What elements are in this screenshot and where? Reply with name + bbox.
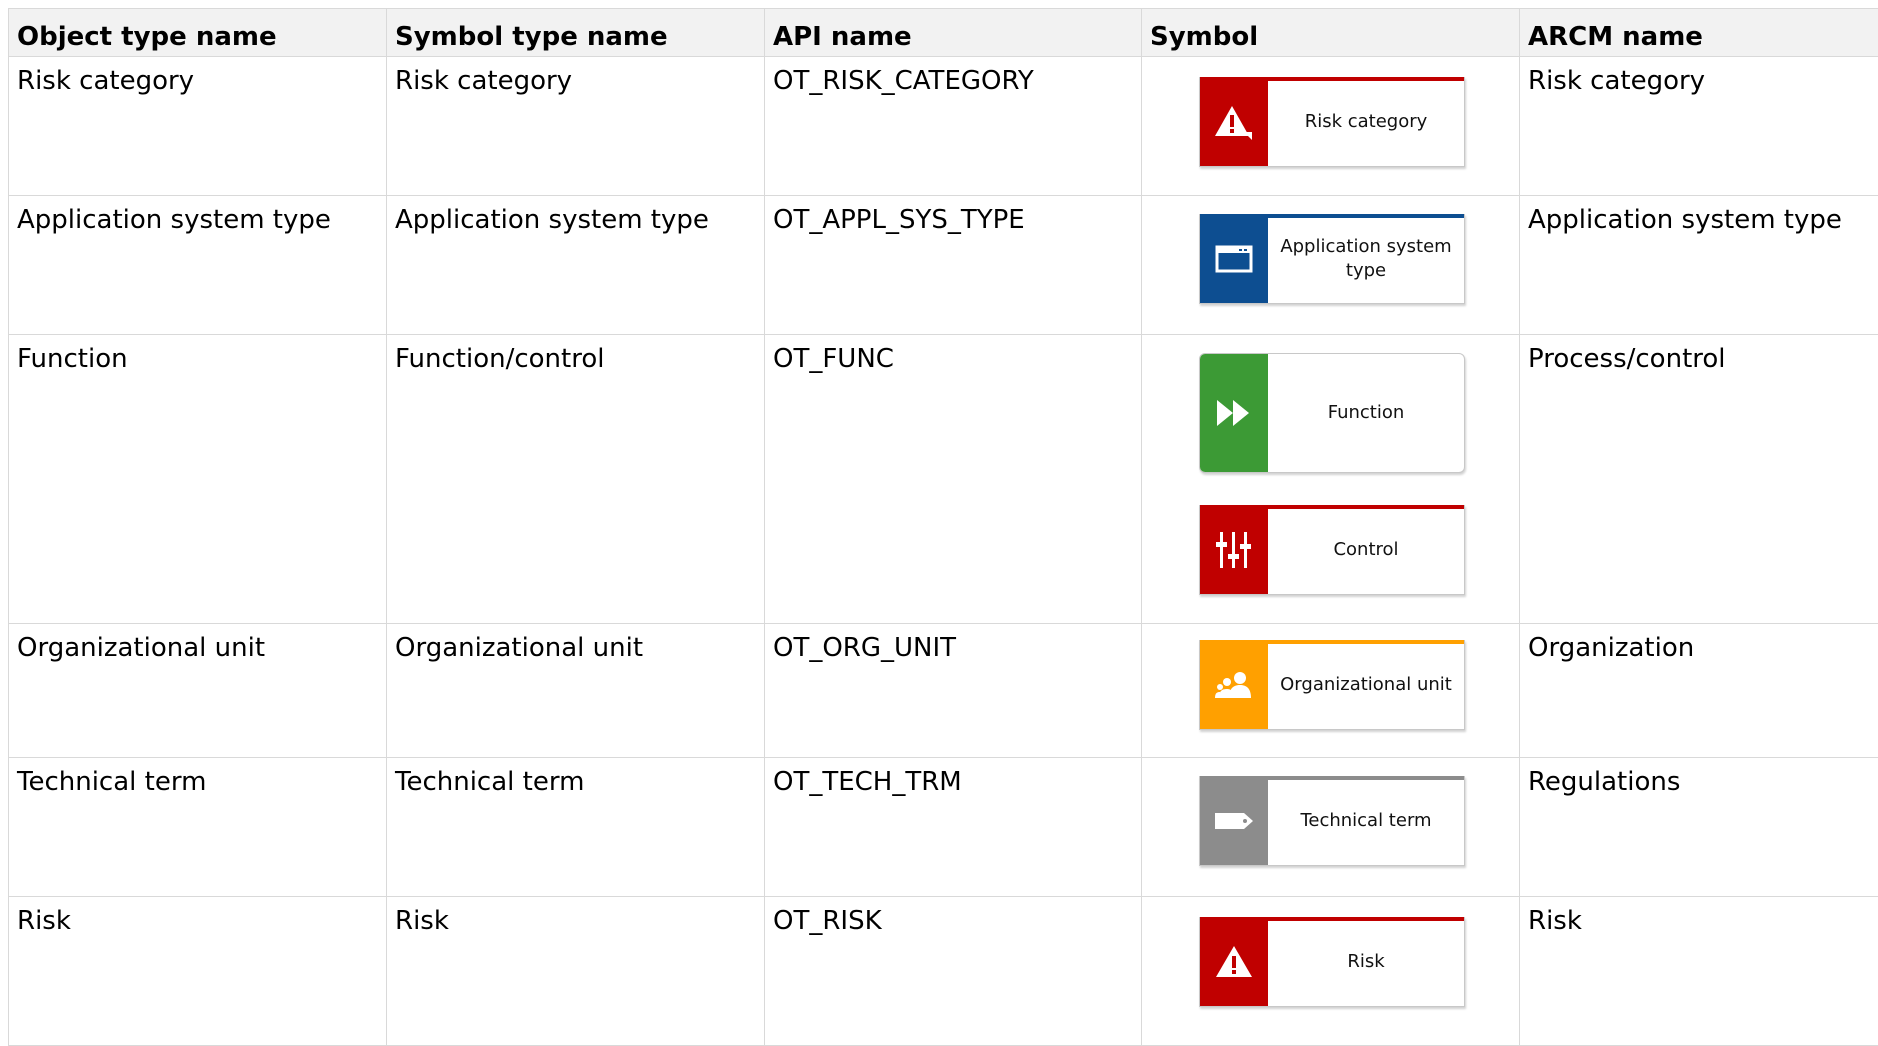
- api-name-cell: OT_APPL_SYS_TYPE: [765, 196, 1142, 335]
- header-api-name: API name: [765, 9, 1142, 57]
- table-row: Function Function/control OT_FUNC Functi…: [9, 335, 1878, 624]
- api-name-cell: OT_RISK: [765, 897, 1142, 1046]
- organizational-unit-symbol: Organizational unit: [1199, 640, 1465, 730]
- technical-term-symbol: Technical term: [1199, 776, 1465, 866]
- arcm-name-cell: Application system type: [1520, 196, 1878, 335]
- control-symbol: Control: [1199, 505, 1465, 595]
- object-type-cell: Organizational unit: [9, 624, 387, 758]
- symbol-type-cell: Technical term: [387, 758, 765, 897]
- symbol-cell: Function Control: [1142, 335, 1520, 624]
- symbol-cell: Risk category: [1142, 57, 1520, 196]
- object-type-cell: Function: [9, 335, 387, 624]
- arcm-name-cell: Risk: [1520, 897, 1878, 1046]
- tag-icon: [1200, 776, 1268, 865]
- application-window-icon: [1200, 214, 1268, 303]
- table-row: Organizational unit Organizational unit …: [9, 624, 1878, 758]
- header-object-type-name: Object type name: [9, 9, 387, 57]
- arcm-name-cell: Risk category: [1520, 57, 1878, 196]
- table-row: Risk category Risk category OT_RISK_CATE…: [9, 57, 1878, 196]
- risk-symbol: Risk: [1199, 917, 1465, 1007]
- symbol-label: Risk category: [1268, 77, 1464, 166]
- table-header-row: Object type name Symbol type name API na…: [9, 9, 1878, 57]
- object-type-cell: Technical term: [9, 758, 387, 897]
- symbol-type-cell: Function/control: [387, 335, 765, 624]
- symbol-type-cell: Organizational unit: [387, 624, 765, 758]
- object-type-cell: Risk: [9, 897, 387, 1046]
- symbol-type-cell: Risk: [387, 897, 765, 1046]
- arcm-name-cell: Organization: [1520, 624, 1878, 758]
- api-name-cell: OT_RISK_CATEGORY: [765, 57, 1142, 196]
- symbol-cell: Application system type: [1142, 196, 1520, 335]
- people-icon: [1200, 640, 1268, 729]
- symbol-label: Organizational unit: [1268, 640, 1464, 729]
- risk-category-symbol: Risk category: [1199, 77, 1465, 167]
- symbol-label: Control: [1268, 505, 1464, 594]
- symbol-type-cell: Application system type: [387, 196, 765, 335]
- risk-category-icon: [1200, 77, 1268, 166]
- header-arcm-name: ARCM name: [1520, 9, 1878, 57]
- application-system-type-symbol: Application system type: [1199, 214, 1465, 304]
- table-row: Technical term Technical term OT_TECH_TR…: [9, 758, 1878, 897]
- symbol-type-cell: Risk category: [387, 57, 765, 196]
- object-types-table-container: Object type name Symbol type name API na…: [8, 8, 1878, 1046]
- symbol-cell: Technical term: [1142, 758, 1520, 897]
- object-types-table: Object type name Symbol type name API na…: [8, 8, 1878, 1046]
- arcm-name-cell: Regulations: [1520, 758, 1878, 897]
- table-row: Application system type Application syst…: [9, 196, 1878, 335]
- warning-triangle-icon: [1200, 917, 1268, 1006]
- control-sliders-icon: [1200, 505, 1268, 594]
- arcm-name-cell: Process/control: [1520, 335, 1878, 624]
- symbol-cell: Risk: [1142, 897, 1520, 1046]
- function-symbol: Function: [1199, 353, 1465, 473]
- object-type-cell: Risk category: [9, 57, 387, 196]
- symbol-label: Application system type: [1268, 214, 1464, 303]
- header-symbol-type-name: Symbol type name: [387, 9, 765, 57]
- api-name-cell: OT_FUNC: [765, 335, 1142, 624]
- object-type-cell: Application system type: [9, 196, 387, 335]
- api-name-cell: OT_TECH_TRM: [765, 758, 1142, 897]
- table-row: Risk Risk OT_RISK Risk Risk: [9, 897, 1878, 1046]
- symbol-cell: Organizational unit: [1142, 624, 1520, 758]
- symbol-label: Function: [1268, 354, 1464, 472]
- api-name-cell: OT_ORG_UNIT: [765, 624, 1142, 758]
- header-symbol: Symbol: [1142, 9, 1520, 57]
- symbol-label: Technical term: [1268, 776, 1464, 865]
- fast-forward-icon: [1200, 354, 1268, 472]
- symbol-label: Risk: [1268, 917, 1464, 1006]
